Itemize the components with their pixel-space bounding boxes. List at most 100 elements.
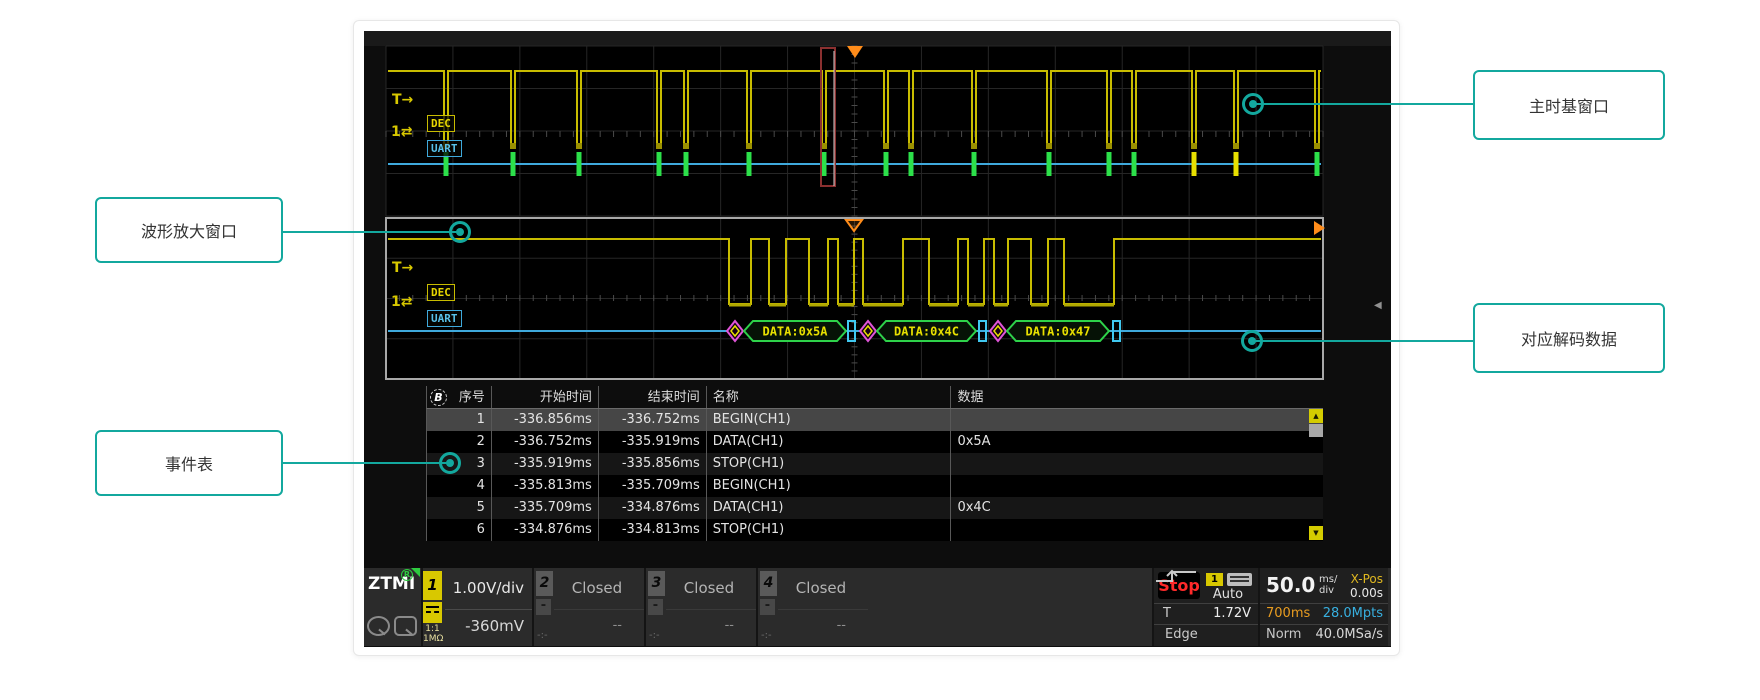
uart-bus-label-main[interactable]: UART: [427, 140, 462, 157]
side-panel-collapse-icon[interactable]: ◀: [1374, 300, 1382, 311]
event-table-cell: DATA(CH1): [707, 431, 952, 453]
event-table-cell: -335.813ms: [492, 475, 599, 497]
channel4-block[interactable]: 4-Closed-:---: [758, 568, 868, 646]
event-table-cell: 5: [427, 497, 492, 519]
channel3-block[interactable]: 3-Closed-:---: [646, 568, 756, 646]
event-table-row[interactable]: 3-335.919ms-335.856msSTOP(CH1): [426, 453, 1323, 475]
callout-zoom-window-label: 波形放大窗口: [141, 218, 237, 242]
channel1-block[interactable]: 1 1:1 1MΩ 1.00V/div -360mV: [423, 568, 532, 646]
callout-event-table-label: 事件表: [165, 451, 213, 475]
event-table-cell: 4: [427, 475, 492, 497]
uart-bus-label-zoom[interactable]: UART: [427, 310, 462, 327]
event-table-row[interactable]: 1-336.856ms-336.752msBEGIN(CH1): [426, 409, 1323, 431]
xpos-value: 0.00s: [1350, 586, 1383, 600]
callout-dot-main-timebase: [1242, 93, 1264, 115]
event-table-cell: -335.709ms: [492, 497, 599, 519]
event-table-row[interactable]: 5-335.709ms-334.876msDATA(CH1)0x4C: [426, 497, 1323, 519]
channel-placeholder: -:-: [761, 630, 772, 641]
decode-label-zoom[interactable]: DEC: [427, 284, 455, 301]
event-table-cell: 2: [427, 431, 492, 453]
trigger-block[interactable]: Stop 1 Auto T 1.72V Edge: [1154, 568, 1258, 646]
event-table-cell: -335.856ms: [599, 453, 707, 475]
channel-value: --: [837, 618, 846, 633]
timebase-block[interactable]: 50.0 ms/ div X-Pos 0.00s 700ms 28.0Mpts …: [1260, 568, 1388, 646]
callout-line-zoom-window: [283, 231, 460, 233]
event-table-scrollbar[interactable]: ▲ ▼: [1309, 409, 1323, 541]
event-table-cell: [951, 453, 1323, 475]
brand-logo-block: ZTMI R: [364, 568, 421, 646]
scroll-down-icon[interactable]: ▼: [1309, 526, 1323, 540]
event-table-row[interactable]: 2-336.752ms-335.919msDATA(CH1)0x5A: [426, 431, 1323, 453]
event-table-column-header: 名称: [707, 386, 952, 408]
bus-list-icon[interactable]: B: [430, 389, 447, 406]
trigger-level-marker-zoom: T→: [392, 260, 413, 276]
event-table-cell: 1: [427, 409, 492, 431]
event-table-cell: -334.876ms: [492, 519, 599, 541]
callout-line-main-timebase: [1253, 103, 1473, 105]
channel1-position-marker-main: 1⇄: [391, 124, 412, 140]
event-table-header: B 序号开始时间结束时间名称数据: [426, 386, 1323, 409]
event-table-cell: -334.813ms: [599, 519, 707, 541]
callout-zoom-window: 波形放大窗口: [95, 197, 283, 263]
event-table-cell: -335.919ms: [599, 431, 707, 453]
capture-range: 700ms: [1266, 606, 1310, 621]
timebase-scale: 50.0: [1266, 573, 1315, 597]
callout-dot-decode-data: [1241, 330, 1263, 352]
event-table-cell: 6: [427, 519, 492, 541]
event-table-cell: -335.919ms: [492, 453, 599, 475]
event-table-cell: BEGIN(CH1): [707, 409, 952, 431]
input-impedance: 1MΩ: [423, 635, 442, 644]
event-table-cell: -334.876ms: [599, 497, 707, 519]
decode-label-main[interactable]: DEC: [427, 115, 455, 132]
status-bar: ZTMI R 1 1:1 1MΩ 1.00V/div -360mV: [364, 568, 1391, 646]
annotated-oscilloscope-screenshot: DATA:0x5ADATA:0x4CDATA:0x47 T→ 1⇄ DEC UA…: [0, 0, 1760, 700]
channel1-offset: -360mV: [445, 617, 524, 635]
event-table-cell: -335.709ms: [599, 475, 707, 497]
event-table-cell: [951, 519, 1323, 541]
callout-line-event-table: [283, 462, 450, 464]
channel2-badge[interactable]: 2: [536, 571, 553, 596]
event-table-row[interactable]: 4-335.813ms-335.709msBEGIN(CH1): [426, 475, 1323, 497]
trigger-level-value: 1.72V: [1213, 606, 1251, 621]
event-table-cell: [951, 409, 1323, 431]
channel1-scale: 1.00V/div: [445, 579, 524, 597]
scroll-up-icon[interactable]: ▲: [1309, 409, 1323, 423]
callout-line-decode-data: [1252, 340, 1473, 342]
scrollbar-thumb[interactable]: [1309, 424, 1323, 437]
event-table-cell: [951, 475, 1323, 497]
touch-gesture-icon[interactable]: [367, 616, 390, 636]
channel1-position-marker-zoom: 1⇄: [391, 294, 412, 310]
dc-coupling-icon[interactable]: [423, 602, 442, 623]
channel4-badge[interactable]: 4: [760, 571, 777, 596]
probe-ratio: 1:1: [423, 625, 442, 634]
bus-source-icon: [1227, 573, 1252, 586]
channel-status: Closed: [554, 579, 640, 597]
callout-main-timebase: 主时基窗口: [1473, 70, 1665, 140]
event-table-cell: STOP(CH1): [707, 519, 952, 541]
event-table-cell: -336.856ms: [492, 409, 599, 431]
event-table: B 序号开始时间结束时间名称数据 1-336.856ms-336.752msBE…: [426, 386, 1323, 541]
channel1-badge[interactable]: 1: [423, 571, 442, 600]
callout-decode-data: 对应解码数据: [1473, 303, 1665, 373]
channel3-badge[interactable]: 3: [648, 571, 665, 596]
event-table-cell: DATA(CH1): [707, 497, 952, 519]
xpos-label: X-Pos: [1351, 572, 1383, 586]
channel2-block[interactable]: 2-Closed-:---: [534, 568, 644, 646]
callout-main-timebase-label: 主时基窗口: [1529, 93, 1609, 117]
event-table-cell: STOP(CH1): [707, 453, 952, 475]
touch-pad-icon[interactable]: [394, 616, 417, 636]
waveform-display: DATA:0x5ADATA:0x4CDATA:0x47: [364, 31, 1391, 647]
decode-frame-label: DATA:0x4C: [894, 325, 959, 339]
acquisition-mode: Norm: [1266, 627, 1301, 642]
timebase-unit: ms/ div: [1319, 574, 1337, 596]
event-table-cell: BEGIN(CH1): [707, 475, 952, 497]
channel-status: Closed: [666, 579, 752, 597]
event-table-cell: -336.752ms: [492, 431, 599, 453]
trigger-type: Edge: [1165, 627, 1198, 642]
callout-event-table: 事件表: [95, 430, 283, 496]
event-table-row[interactable]: 6-334.876ms-334.813msSTOP(CH1): [426, 519, 1323, 541]
event-table-cell: 0x5A: [951, 431, 1323, 453]
event-table-cell: -336.752ms: [599, 409, 707, 431]
callout-decode-data-label: 对应解码数据: [1521, 326, 1617, 350]
trigger-source-badge: 1: [1206, 573, 1223, 586]
